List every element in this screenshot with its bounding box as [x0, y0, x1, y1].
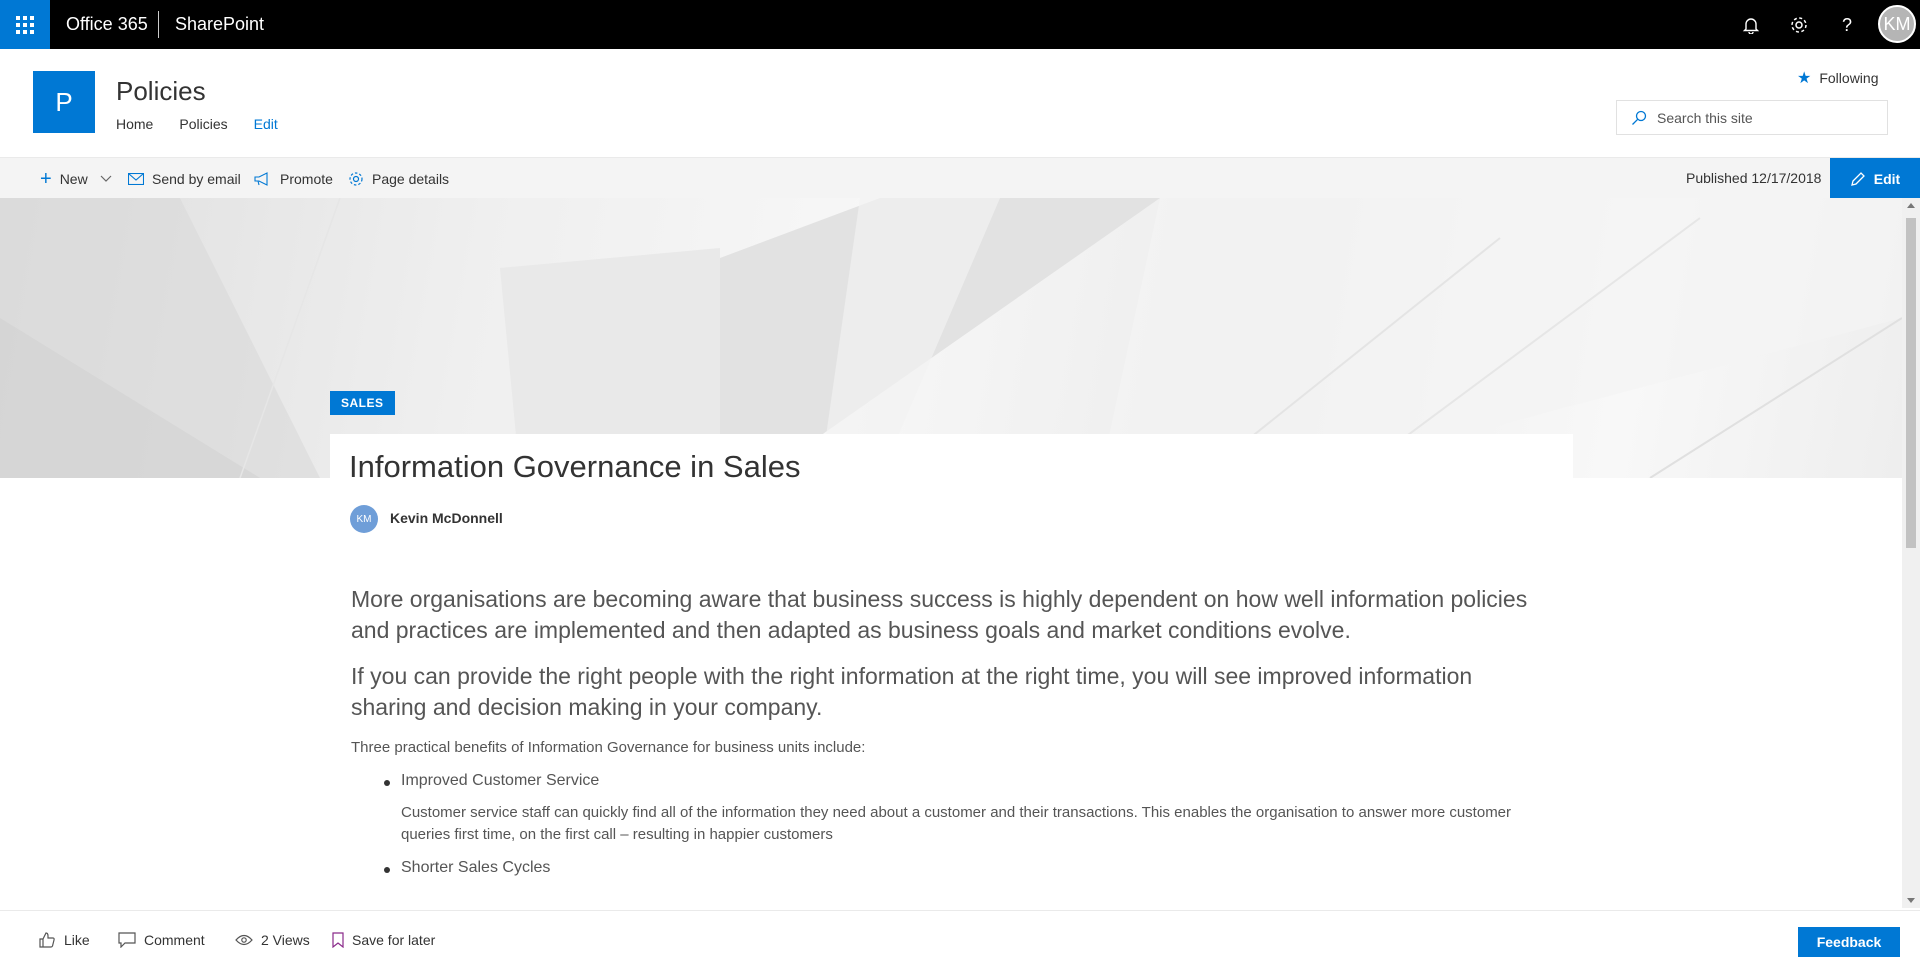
- author-name[interactable]: Kevin McDonnell: [390, 510, 503, 526]
- author-avatar[interactable]: KM: [350, 505, 378, 533]
- like-button[interactable]: Like: [38, 911, 90, 968]
- benefits-list: Improved Customer Service: [384, 772, 1551, 790]
- new-label: New: [59, 170, 88, 187]
- site-navigation: Home Policies Edit: [116, 116, 304, 132]
- bell-icon: [1742, 18, 1760, 34]
- benefit-title: Improved Customer Service: [401, 772, 600, 789]
- following-label: Following: [1819, 70, 1879, 86]
- settings-gear-icon: [349, 171, 363, 186]
- scroll-thumb[interactable]: [1906, 218, 1916, 548]
- lead-paragraph-2: If you can provide the right people with…: [351, 663, 1473, 720]
- app-launcher-icon: [16, 15, 34, 34]
- send-by-email-button[interactable]: Send by email: [128, 158, 241, 199]
- benefits-list-continued: Shorter Sales Cycles: [384, 859, 1551, 877]
- site-title[interactable]: Policies: [116, 76, 206, 107]
- sharepoint-link[interactable]: SharePoint: [175, 0, 264, 49]
- benefit-title: Shorter Sales Cycles: [401, 859, 551, 876]
- user-avatar[interactable]: KM: [1878, 5, 1916, 43]
- edit-button[interactable]: Edit: [1830, 158, 1920, 199]
- eye-icon: [235, 934, 253, 946]
- settings-button[interactable]: [1783, 9, 1815, 41]
- feedback-button[interactable]: Feedback: [1798, 927, 1900, 957]
- page-title: Information Governance in Sales: [349, 449, 801, 484]
- social-bar: Like Comment 2 Views Save for later Feed…: [0, 910, 1920, 968]
- bullet-icon: [384, 867, 390, 873]
- suite-bar: Office 365 SharePoint ? KM: [0, 0, 1920, 49]
- promote-label: Promote: [280, 170, 333, 187]
- search-icon: [1632, 110, 1647, 125]
- scroll-up-arrow-icon[interactable]: [1907, 203, 1915, 208]
- like-label: Like: [64, 932, 90, 948]
- intro-paragraph: Three practical benefits of Information …: [351, 739, 866, 756]
- comment-icon: [118, 932, 136, 948]
- star-icon: ★: [1797, 70, 1812, 87]
- scroll-down-arrow-icon[interactable]: [1907, 898, 1915, 903]
- article-body: More organisations are becoming aware th…: [351, 584, 1551, 877]
- published-date: Published 12/17/2018: [1686, 170, 1822, 186]
- megaphone-icon: [254, 171, 268, 186]
- save-for-later-button[interactable]: Save for later: [332, 911, 435, 968]
- page-details-label: Page details: [372, 170, 450, 187]
- list-item: Improved Customer Service: [384, 772, 1551, 790]
- gear-icon: [1791, 17, 1807, 33]
- benefit-description: Customer service staff can quickly find …: [401, 804, 1512, 843]
- views-count: 2 Views: [235, 911, 310, 968]
- edit-label: Edit: [1873, 170, 1901, 187]
- help-icon: ?: [1841, 14, 1852, 35]
- chevron-down-icon: [100, 175, 112, 182]
- thumbs-up-icon: [39, 932, 55, 948]
- nav-home[interactable]: Home: [116, 116, 153, 132]
- suite-divider: [158, 11, 159, 38]
- office-365-link[interactable]: Office 365: [66, 0, 148, 49]
- list-item: Shorter Sales Cycles: [384, 859, 1551, 877]
- bookmark-icon: [332, 932, 344, 948]
- command-bar: + New Send by email Promote Page details…: [0, 157, 1920, 199]
- site-logo[interactable]: P: [33, 71, 95, 133]
- page-details-button[interactable]: Page details: [348, 158, 449, 199]
- pencil-icon: [1850, 171, 1865, 186]
- bullet-icon: [384, 780, 390, 786]
- send-by-email-label: Send by email: [152, 170, 241, 187]
- nav-policies[interactable]: Policies: [179, 116, 227, 132]
- comment-button[interactable]: Comment: [118, 911, 205, 968]
- comment-label: Comment: [144, 932, 205, 948]
- save-for-later-label: Save for later: [352, 932, 436, 948]
- promote-button[interactable]: Promote: [254, 158, 333, 199]
- new-button[interactable]: + New: [40, 158, 112, 199]
- lead-paragraph-1: More organisations are becoming aware th…: [351, 586, 1528, 643]
- app-launcher-button[interactable]: [0, 0, 50, 49]
- nav-edit[interactable]: Edit: [254, 116, 278, 132]
- mail-icon: [128, 172, 144, 185]
- add-icon: +: [40, 167, 52, 190]
- search-box[interactable]: [1616, 100, 1888, 135]
- page-scrollbar[interactable]: [1902, 198, 1920, 908]
- search-input[interactable]: [1657, 109, 1877, 126]
- category-tag[interactable]: SALES: [330, 391, 395, 415]
- views-label: 2 Views: [261, 932, 310, 948]
- help-button[interactable]: ?: [1831, 9, 1863, 41]
- notifications-button[interactable]: [1735, 9, 1767, 41]
- following-button[interactable]: ★ Following: [1797, 68, 1878, 88]
